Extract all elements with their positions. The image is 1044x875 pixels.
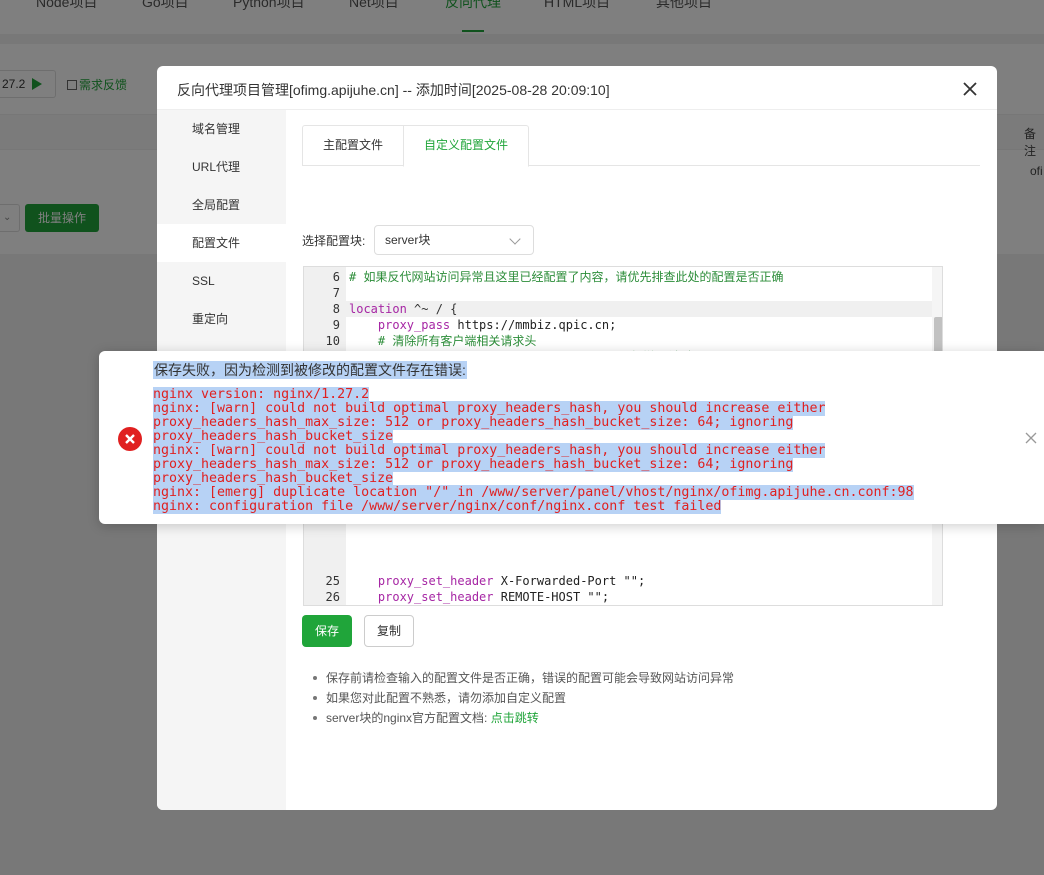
select-value: server块 [385, 233, 431, 247]
save-button[interactable]: 保存 [302, 615, 352, 647]
line-number: 25 [325, 574, 340, 588]
code-line: 26 proxy_set_header REMOTE-HOST ""; [304, 589, 934, 605]
error-message-line: nginx: configuration file /www/server/ng… [153, 499, 722, 514]
line-number: 7 [332, 286, 340, 300]
error-message-line: proxy_headers_hash_bucket_size [153, 429, 394, 444]
error-message-line: nginx: [emerg] duplicate location "/" in… [153, 485, 914, 500]
select-label: 选择配置块: [302, 234, 366, 248]
error-message-line: nginx: [warn] could not build optimal pr… [153, 401, 826, 416]
code-text: # 如果反代网站访问异常且这里已经配置了内容，请优先排查此处的配置是否正确 [349, 270, 784, 284]
line-number: 6 [332, 270, 340, 284]
close-icon[interactable] [959, 78, 981, 100]
error-icon [118, 427, 142, 451]
line-number: 8 [332, 302, 340, 316]
tips-list: 保存前请检查输入的配置文件是否正确，错误的配置可能会导致网站访问异常 如果您对此… [312, 668, 734, 728]
modal-title: 反向代理项目管理[ofimg.apijuhe.cn] -- 添加时间[2025-… [177, 82, 610, 98]
code-text: proxy_set_header REMOTE-HOST ""; [377, 590, 610, 604]
chevron-down-icon [509, 233, 521, 245]
error-message-line: nginx version: nginx/1.27.2 [153, 387, 370, 402]
code-text: # 清除所有客户端相关请求头 [349, 334, 537, 348]
error-message-line: proxy_headers_hash_max_size: 512 or prox… [153, 457, 794, 472]
code-line: 7 [304, 285, 934, 301]
tip-item: 保存前请检查输入的配置文件是否正确，错误的配置可能会导致网站访问异常 [312, 668, 734, 688]
sidebar-item-domain[interactable]: 域名管理 [157, 110, 286, 148]
line-number: 26 [325, 590, 340, 604]
sidebar-item-ssl[interactable]: SSL [157, 262, 286, 300]
sidebar-item-redirect[interactable]: 重定向 [157, 300, 286, 338]
code-line: 6 # 如果反代网站访问异常且这里已经配置了内容，请优先排查此处的配置是否正确 [304, 269, 934, 285]
tab-custom-config[interactable]: 自定义配置文件 [403, 125, 529, 167]
code-text: location ^~ / { [349, 302, 458, 316]
config-block-select[interactable]: server块 [374, 225, 534, 255]
error-message-line: proxy_headers_hash_bucket_size [153, 471, 394, 486]
line-number: 10 [325, 334, 340, 348]
close-icon[interactable] [1024, 431, 1038, 445]
sidebar-item-config-file[interactable]: 配置文件 [157, 224, 286, 262]
sidebar-item-global-config[interactable]: 全局配置 [157, 186, 286, 224]
copy-button[interactable]: 复制 [364, 615, 414, 647]
code-text: proxy_set_header X-Forwarded-Port ""; [377, 574, 646, 588]
sidebar-item-url-proxy[interactable]: URL代理 [157, 148, 286, 186]
error-message-line: proxy_headers_hash_max_size: 512 or prox… [153, 415, 794, 430]
config-tabs: 主配置文件 自定义配置文件 [302, 125, 980, 167]
tab-main-config[interactable]: 主配置文件 [302, 125, 404, 166]
tip-item: server块的nginx官方配置文档: 点击跳转 [312, 708, 734, 728]
code-line: 8 location ^~ / { [304, 301, 934, 317]
toast-title: 保存失败，因为检测到被修改的配置文件存在错误: [153, 361, 467, 379]
code-line: 10 # 清除所有客户端相关请求头 [304, 333, 934, 349]
doc-link[interactable]: 点击跳转 [491, 711, 539, 725]
code-line: 25 proxy_set_header X-Forwarded-Port ""; [304, 573, 934, 589]
tip-doc-prefix: server块的nginx官方配置文档: [326, 711, 488, 725]
modal-header: 反向代理项目管理[ofimg.apijuhe.cn] -- 添加时间[2025-… [157, 66, 997, 110]
error-toast: 保存失败，因为检测到被修改的配置文件存在错误: nginx version: n… [99, 351, 1044, 524]
error-message-line: nginx: [warn] could not build optimal pr… [153, 443, 826, 458]
line-number: 9 [332, 318, 340, 332]
tip-item: 如果您对此配置不熟悉，请勿添加自定义配置 [312, 688, 734, 708]
code-text: proxy_pass https://mmbiz.qpic.cn; [377, 318, 617, 332]
code-line: 9 proxy_pass https://mmbiz.qpic.cn; [304, 317, 934, 333]
